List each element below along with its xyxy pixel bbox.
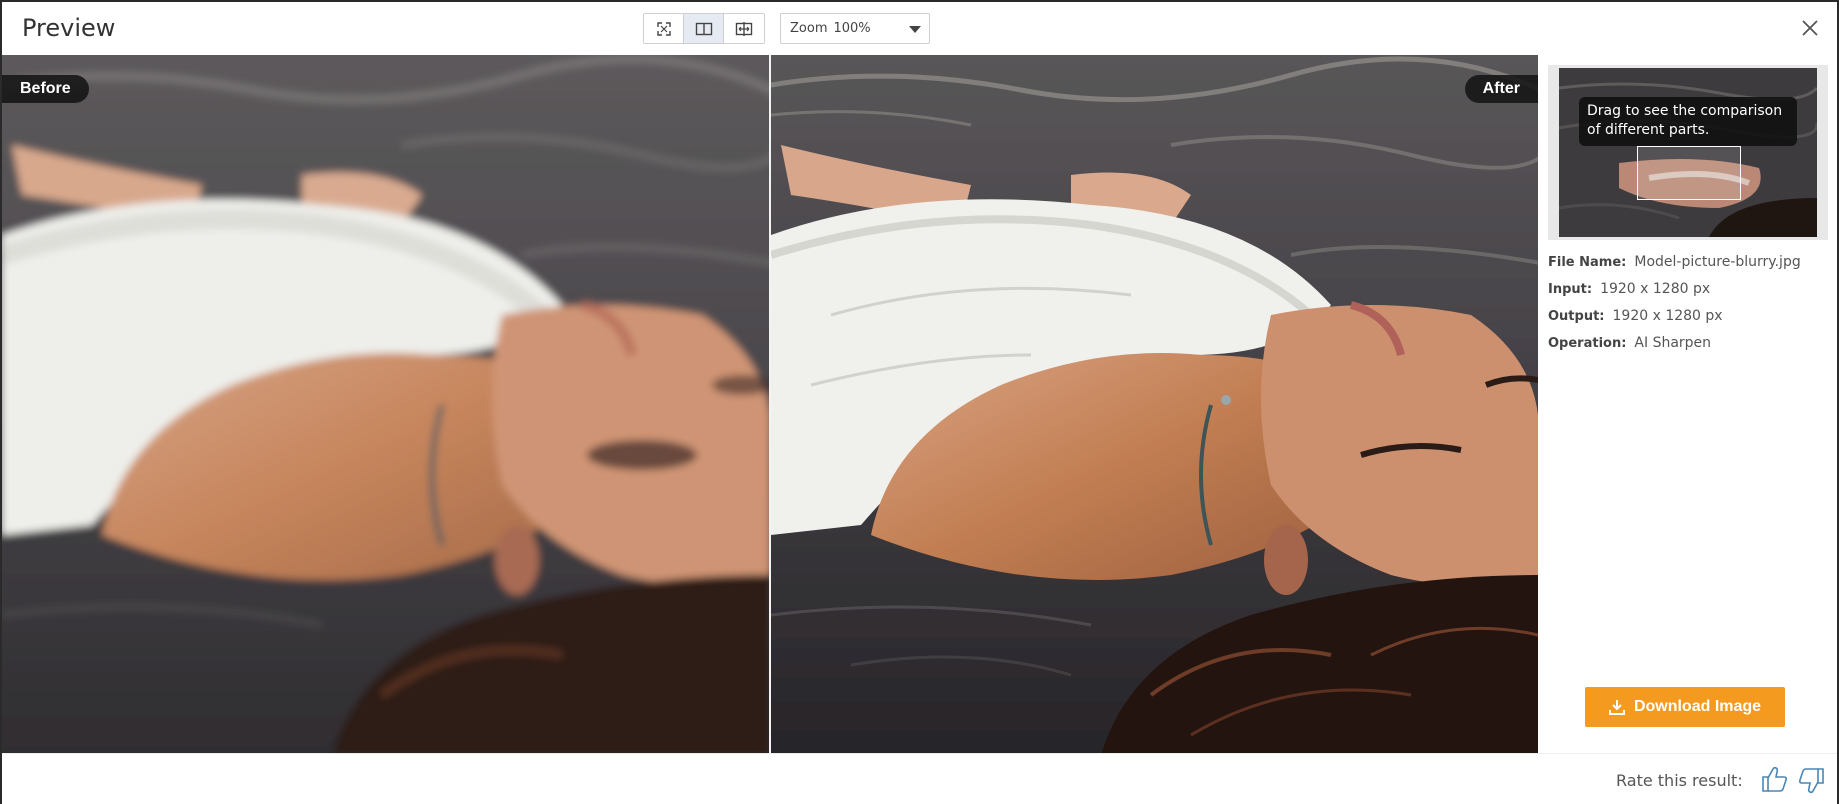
navigator-viewport[interactable] [1637,146,1741,200]
split-compare-icon [735,21,753,36]
info-panel: Drag to see the comparison of different … [1539,55,1837,753]
side-by-side-button[interactable] [684,14,724,43]
view-mode-toggle [643,13,765,44]
close-icon[interactable] [1796,14,1824,42]
input-label: Input: [1548,282,1593,297]
file-name-label: File Name: [1548,255,1627,270]
file-name-value: Model-picture-blurry.jpg [1634,254,1801,270]
zoom-select[interactable]: Zoom 100% [780,13,930,44]
fit-screen-button[interactable] [644,14,684,43]
input-row: Input: 1920 x 1280 px [1548,278,1801,305]
page-title: Preview [22,14,116,42]
rate-label: Rate this result: [1616,771,1743,790]
chevron-down-icon [909,26,921,33]
navigator-thumbnail[interactable]: Drag to see the comparison of different … [1548,65,1828,240]
file-info: File Name: Model-picture-blurry.jpg Input… [1548,251,1801,359]
zoom-value: 100% [833,21,871,36]
dialog-footer: Rate this result: [2,753,1837,804]
fit-screen-icon [656,21,671,36]
operation-label: Operation: [1548,336,1627,351]
thumbs-up-icon[interactable] [1760,764,1790,794]
download-label: Download Image [1633,698,1762,715]
output-label: Output: [1548,309,1605,324]
operation-row: Operation: AI Sharpen [1548,332,1801,359]
thumbs-down-icon[interactable] [1796,766,1826,796]
navigator-tooltip: Drag to see the comparison of different … [1579,97,1797,146]
file-name-row: File Name: Model-picture-blurry.jpg [1548,251,1801,278]
before-badge: Before [2,75,89,103]
split-compare-button[interactable] [724,14,764,43]
zoom-label: Zoom [790,21,828,36]
before-image-pane[interactable]: Before [2,55,770,753]
after-image [771,55,1538,753]
input-value: 1920 x 1280 px [1600,281,1711,297]
navigator-image[interactable]: Drag to see the comparison of different … [1559,68,1817,237]
side-by-side-icon [695,22,712,35]
output-row: Output: 1920 x 1280 px [1548,305,1801,332]
output-value: 1920 x 1280 px [1612,308,1723,324]
dialog-header: Preview Zoom 100% [2,2,1837,54]
download-image-button[interactable]: Download Image [1585,687,1785,727]
preview-dialog: Preview Zoom 100% Before After Drag to s… [0,0,1839,804]
before-image [2,55,770,753]
operation-value: AI Sharpen [1634,335,1712,351]
download-icon [1608,699,1625,715]
after-image-pane[interactable]: After [771,55,1538,753]
after-badge: After [1464,75,1538,103]
